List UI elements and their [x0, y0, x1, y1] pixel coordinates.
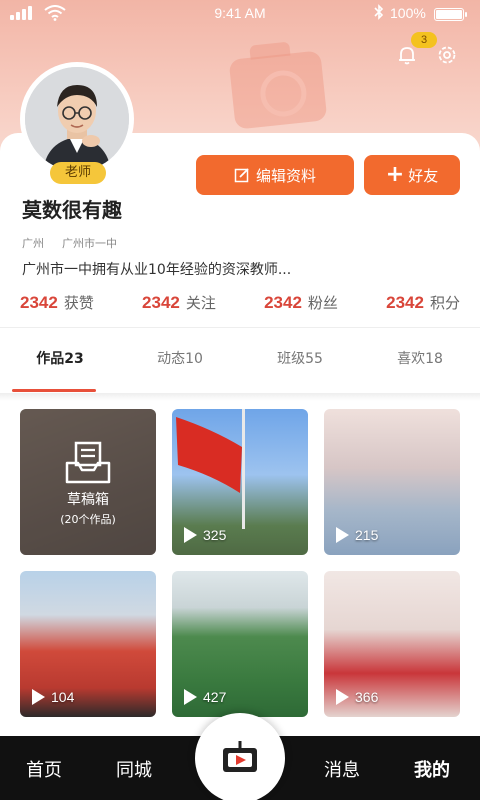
- video-camera-icon: [223, 741, 257, 772]
- edit-profile-label: 编辑资料: [255, 166, 316, 185]
- video-views: 104: [32, 689, 74, 705]
- nav-messages[interactable]: 消息: [324, 756, 360, 782]
- tab-shadow: [0, 393, 480, 401]
- video-view-count: 325: [203, 527, 227, 543]
- stat-followers[interactable]: 2342 粉丝: [264, 292, 338, 313]
- video-tile[interactable]: 427: [172, 571, 308, 717]
- nav-home[interactable]: 首页: [26, 756, 62, 782]
- play-icon: [184, 527, 197, 543]
- person-illustration: [25, 67, 129, 171]
- stats-row: 2342 获赞 2342 关注 2342 粉丝 2342 积分: [20, 292, 460, 313]
- nav-city[interactable]: 同城: [116, 756, 152, 782]
- video-tile[interactable]: 215: [324, 409, 460, 555]
- status-bar: 9:41 AM 100%: [0, 0, 480, 28]
- avatar[interactable]: [20, 62, 134, 176]
- tab-moments[interactable]: 动态10: [120, 328, 240, 392]
- avatar-photo: [25, 67, 129, 171]
- user-name: 莫数很有趣: [22, 198, 122, 222]
- bell-icon[interactable]: [396, 44, 418, 66]
- play-icon: [336, 689, 349, 705]
- nav-me[interactable]: 我的: [414, 756, 450, 782]
- bluetooth-icon: [374, 4, 384, 20]
- tab-classes[interactable]: 班级55: [240, 328, 360, 392]
- role-badge: 老师: [50, 162, 106, 184]
- video-view-count: 104: [51, 689, 75, 705]
- record-button[interactable]: [195, 713, 285, 800]
- content-tabs: 作品23 动态10 班级55 喜欢18: [0, 328, 480, 392]
- stat-likes-label: 获赞: [63, 294, 94, 312]
- battery-icon: [434, 8, 467, 21]
- add-friend-label: 好友: [408, 166, 439, 185]
- stat-following-label: 关注: [185, 294, 216, 312]
- stat-likes-count: 2342: [20, 293, 58, 312]
- stat-likes[interactable]: 2342 获赞: [20, 292, 94, 313]
- play-icon: [336, 527, 349, 543]
- video-tile[interactable]: 325: [172, 409, 308, 555]
- stat-points-label: 积分: [429, 294, 460, 312]
- drafts-title: 草稿箱: [67, 492, 109, 508]
- video-view-count: 215: [355, 527, 379, 543]
- stat-followers-count: 2342: [264, 293, 302, 312]
- drafts-tile[interactable]: 草稿箱 (20个作品): [20, 409, 156, 555]
- location-city: 广州: [22, 237, 44, 250]
- notification-badge: 3: [411, 32, 437, 48]
- video-views: 366: [336, 689, 378, 705]
- plus-icon: +: [385, 162, 405, 187]
- camera-decoration: [228, 50, 328, 130]
- stat-points[interactable]: 2342 积分: [386, 292, 460, 313]
- stat-points-count: 2342: [386, 293, 424, 312]
- battery-percent: 100%: [390, 5, 426, 21]
- tab-likes[interactable]: 喜欢18: [360, 328, 480, 392]
- drafts-box-icon: [65, 441, 111, 484]
- stat-followers-label: 粉丝: [307, 294, 338, 312]
- location-tags: 广州 广州市一中: [22, 235, 117, 251]
- video-view-count: 366: [355, 689, 379, 705]
- stat-following[interactable]: 2342 关注: [142, 292, 216, 313]
- edit-profile-button[interactable]: 编辑资料: [196, 155, 354, 195]
- stat-following-count: 2342: [142, 293, 180, 312]
- tab-works[interactable]: 作品23: [0, 328, 120, 392]
- video-views: 325: [184, 527, 226, 543]
- video-views: 215: [336, 527, 378, 543]
- video-tile[interactable]: 366: [324, 571, 460, 717]
- user-bio: 广州市一中拥有从业10年经验的资深教师...: [22, 262, 292, 278]
- play-icon: [32, 689, 45, 705]
- video-tile[interactable]: 104: [20, 571, 156, 717]
- add-friend-button[interactable]: + 好友: [364, 155, 460, 195]
- video-views: 427: [184, 689, 226, 705]
- gear-icon[interactable]: [436, 44, 458, 66]
- play-icon: [184, 689, 197, 705]
- edit-icon: [234, 168, 249, 183]
- location-school: 广州市一中: [62, 237, 117, 250]
- works-grid: 草稿箱 (20个作品) 325 215 104 427 366: [20, 409, 460, 717]
- drafts-count: (20个作品): [60, 513, 116, 526]
- video-view-count: 427: [203, 689, 227, 705]
